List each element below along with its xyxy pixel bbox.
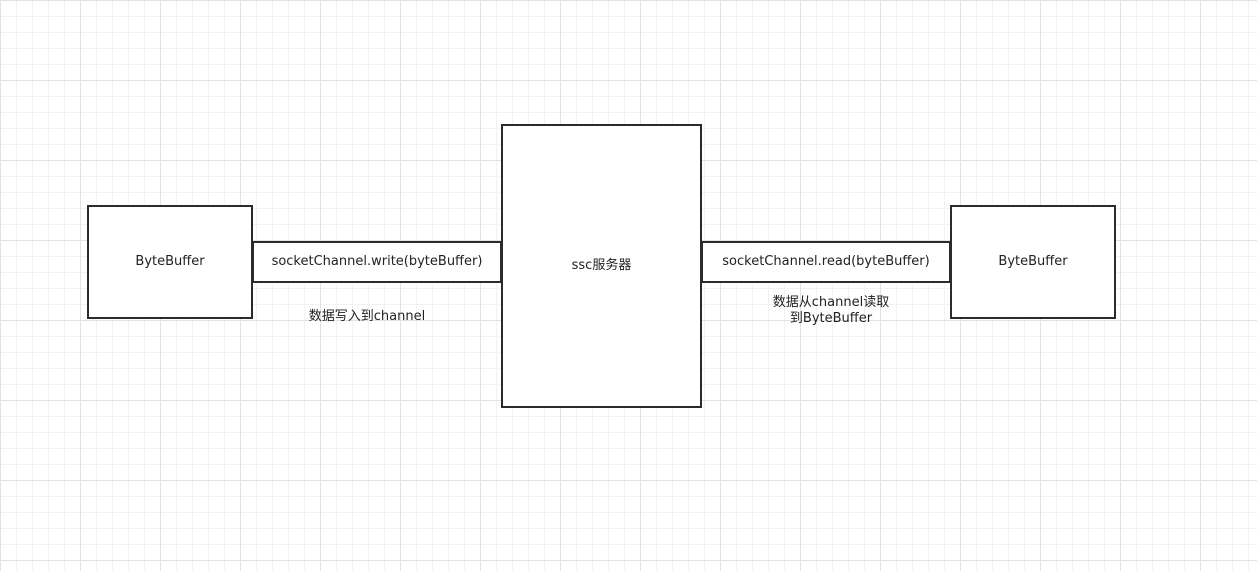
read-caption: 数据从channel读取 到ByteBuffer <box>772 295 890 326</box>
right-bytebuffer-box[interactable]: ByteBuffer <box>950 205 1116 319</box>
ssc-server-box[interactable]: ssc服务器 <box>501 124 702 408</box>
left-bytebuffer-box[interactable]: ByteBuffer <box>87 205 253 319</box>
right-bytebuffer-label: ByteBuffer <box>998 254 1068 269</box>
left-bytebuffer-label: ByteBuffer <box>135 254 205 269</box>
write-channel-box[interactable]: socketChannel.write(byteBuffer) <box>252 241 502 283</box>
read-channel-label: socketChannel.read(byteBuffer) <box>722 254 930 269</box>
read-channel-box[interactable]: socketChannel.read(byteBuffer) <box>701 241 951 283</box>
ssc-server-label: ssc服务器 <box>571 258 632 273</box>
write-channel-label: socketChannel.write(byteBuffer) <box>271 254 483 269</box>
write-caption: 数据写入到channel <box>308 309 426 324</box>
